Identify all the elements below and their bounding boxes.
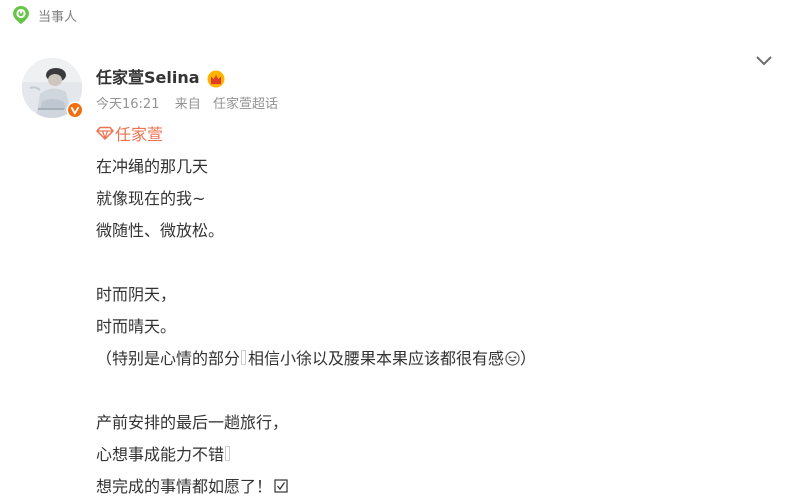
- avatar[interactable]: [22, 58, 84, 119]
- tag-label: 当事人: [38, 9, 78, 25]
- post-line: （特别是心情的部分 相信小徐以及腰果本果应该都很有感 ）: [96, 343, 736, 375]
- verified-badge-icon: [66, 101, 84, 119]
- post-meta: 今天16:21 来自 任家萱超话: [96, 95, 278, 115]
- post-line: 时而晴天。: [96, 317, 177, 336]
- author-name[interactable]: 任家萱Selina: [96, 66, 200, 90]
- post-segment: 相信小徐以及腰果本果应该都很有感: [248, 349, 505, 368]
- crown-icon[interactable]: [207, 70, 225, 88]
- post-segment: （特别是心情的部分: [96, 349, 241, 368]
- post-line: 时而阴天，: [96, 285, 177, 304]
- post-segment: ）: [520, 349, 537, 368]
- chevron-down-icon[interactable]: [754, 53, 774, 69]
- diamond-icon: [96, 126, 114, 140]
- check-box-icon: [274, 479, 288, 493]
- post-line: 心想事成能力不错: [96, 439, 736, 471]
- missing-glyph-icon: [225, 446, 231, 461]
- source-prefix: 来自: [174, 97, 201, 112]
- laughing-emoji-icon: [505, 351, 520, 366]
- post-text: 在冲绳的那几天 就像现在的我~ 微随性、微放松。 时而阴天， 时而晴天。 （特别…: [96, 151, 736, 503]
- post-line: 微随性、微放松。: [96, 221, 225, 240]
- topic-link[interactable]: 任家萱: [96, 122, 163, 144]
- missing-glyph-icon: [241, 350, 247, 365]
- post-line: 产前安排的最后一趟旅行，: [96, 413, 289, 432]
- location-pin-icon: [13, 6, 29, 24]
- post-segment: 心想事成能力不错: [96, 445, 225, 464]
- topic-label: 任家萱: [115, 125, 164, 144]
- post-segment: 想完成的事情都如愿了！: [96, 477, 273, 496]
- source-link[interactable]: 任家萱超话: [213, 97, 278, 112]
- post-line: 就像现在的我~: [96, 189, 206, 208]
- post-line: 在冲绳的那几天: [96, 157, 209, 176]
- post-line: 想完成的事情都如愿了！: [96, 471, 736, 503]
- location-tag[interactable]: 当事人: [12, 4, 77, 26]
- post-time[interactable]: 今天16:21: [96, 97, 159, 112]
